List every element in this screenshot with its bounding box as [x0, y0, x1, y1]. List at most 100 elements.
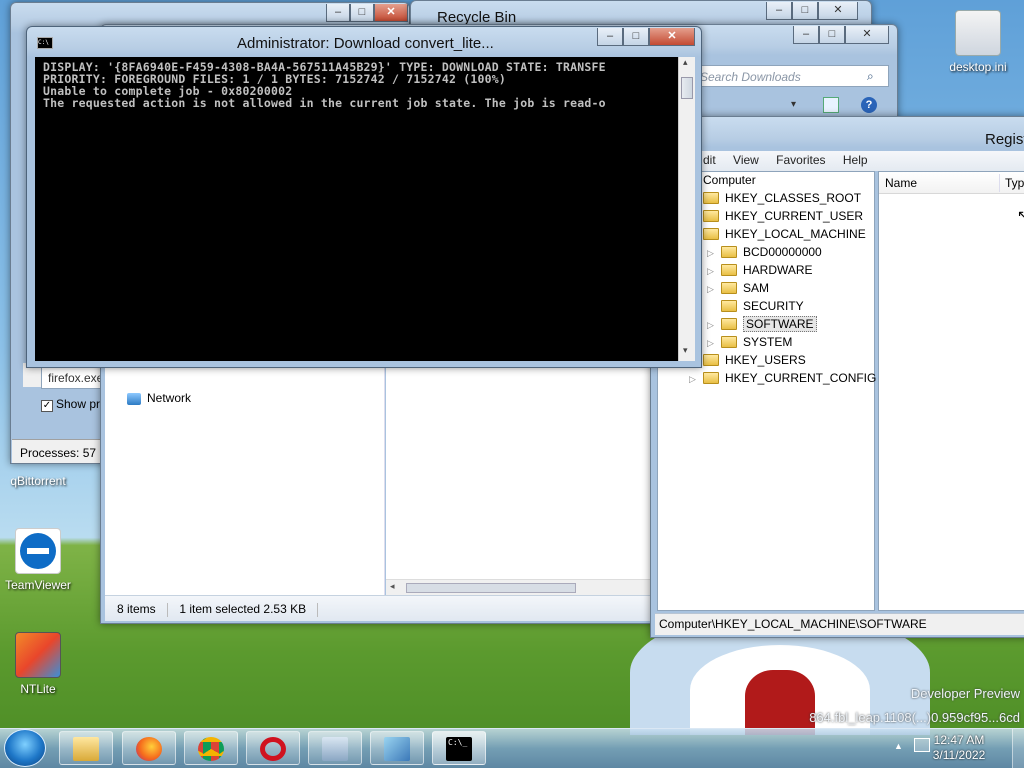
os-watermark-line1: Developer Preview: [910, 686, 1020, 701]
expand-arrow-icon[interactable]: ▷: [707, 262, 717, 280]
tree-label: HKEY_CLASSES_ROOT: [725, 191, 862, 205]
tree-node-computer[interactable]: Computer: [703, 171, 756, 189]
maximize-button[interactable]: □: [350, 4, 374, 22]
task-manager-icon: [322, 737, 348, 761]
start-button[interactable]: [4, 729, 46, 767]
close-button[interactable]: ✕: [374, 4, 408, 22]
menu-edit[interactable]: dit: [703, 153, 716, 167]
maximize-button[interactable]: □: [623, 28, 649, 46]
taskbar-opera[interactable]: [246, 731, 300, 765]
minimize-button[interactable]: –: [766, 2, 792, 20]
explorer-status-bar: 8 items 1 item selected 2.53 KB: [105, 595, 651, 621]
show-hidden-icons-arrow-icon[interactable]: ▲: [894, 741, 903, 751]
tree-label: BCD00000000: [743, 245, 822, 259]
vertical-scrollbar[interactable]: ▴ ▾: [678, 57, 695, 361]
column-header-name[interactable]: Name: [885, 176, 917, 190]
tree-label: HKEY_USERS: [725, 353, 806, 367]
nav-item-network[interactable]: Network: [127, 391, 191, 405]
desktop-icon-label: TeamViewer: [5, 578, 71, 592]
horizontal-scrollbar[interactable]: ◂: [386, 579, 651, 595]
folder-icon: [703, 227, 719, 240]
desktop-icon-ntlite[interactable]: NTLite: [0, 632, 76, 696]
search-icon[interactable]: ⌕: [867, 69, 874, 84]
mouse-cursor-icon: ↖: [1017, 207, 1024, 224]
menu-help[interactable]: Help: [843, 153, 868, 167]
taskbar-firefox[interactable]: [122, 731, 176, 765]
tree-node-hkcr[interactable]: HKEY_CLASSES_ROOT: [703, 189, 861, 207]
folder-icon: [721, 245, 737, 258]
system-clock[interactable]: 12:47 AM 3/11/2022: [924, 733, 994, 763]
desktop-icon-qbittorrent[interactable]: qBittorrent: [0, 474, 76, 488]
tree-label: SYSTEM: [743, 335, 793, 349]
help-icon[interactable]: ?: [861, 97, 877, 113]
tree-node-hkcc[interactable]: ▷ HKEY_CURRENT_CONFIG: [689, 369, 876, 387]
command-prompt-icon: C:\_: [446, 737, 472, 761]
close-button[interactable]: ✕: [845, 26, 889, 44]
taskbar-explorer[interactable]: [59, 731, 113, 765]
close-button[interactable]: ✕: [649, 28, 695, 46]
folder-icon: [721, 299, 737, 312]
close-button[interactable]: ✕: [818, 2, 858, 20]
tree-node-system[interactable]: ▷ SYSTEM: [707, 333, 792, 351]
search-input[interactable]: Search Downloads: [693, 65, 889, 87]
folder-icon: [721, 281, 737, 294]
folder-icon: [721, 335, 737, 348]
minimize-button[interactable]: –: [793, 26, 819, 44]
desktop-icon-desktop-ini[interactable]: desktop.ini: [940, 10, 1016, 74]
minimize-button[interactable]: –: [597, 28, 623, 46]
tree-label: SAM: [743, 281, 770, 295]
folder-icon: [703, 371, 719, 384]
show-all-processes-option[interactable]: ✓ Show pro: [41, 397, 107, 412]
clock-time: 12:47 AM: [933, 733, 985, 747]
chrome-icon: [198, 737, 224, 761]
taskbar-task-manager[interactable]: [308, 731, 362, 765]
tree-label-selected: SOFTWARE: [743, 316, 817, 332]
tree-node-hardware[interactable]: ▷ HARDWARE: [707, 261, 813, 279]
tree-node-bcd[interactable]: ▷ BCD00000000: [707, 243, 822, 261]
menu-favorites[interactable]: Favorites: [776, 153, 825, 167]
registry-editor-icon: [384, 737, 410, 761]
view-options-dropdown[interactable]: ▾: [791, 99, 796, 110]
tree-node-hku[interactable]: HKEY_USERS: [703, 351, 806, 369]
clock-date: 3/11/2022: [932, 748, 986, 762]
expand-arrow-icon[interactable]: ▷: [689, 370, 699, 388]
show-desktop-button[interactable]: [1012, 729, 1024, 768]
desktop-icon-teamviewer[interactable]: TeamViewer: [0, 528, 76, 592]
tree-node-security[interactable]: SECURITY: [707, 297, 804, 315]
opera-icon: [260, 737, 286, 761]
registry-values-pane[interactable]: [878, 171, 1024, 611]
expand-arrow-icon[interactable]: ▷: [707, 316, 717, 334]
nav-label: Network: [147, 391, 192, 405]
expand-arrow-icon[interactable]: ▷: [707, 334, 717, 352]
menu-view[interactable]: View: [733, 153, 759, 167]
ntlite-icon: [15, 632, 61, 678]
minimize-button[interactable]: –: [326, 4, 350, 22]
taskbar-command-prompt[interactable]: C:\_: [432, 731, 486, 765]
checkbox[interactable]: ✓: [41, 400, 53, 412]
maximize-button[interactable]: □: [819, 26, 845, 44]
column-header-type[interactable]: Typ: [1005, 176, 1024, 190]
console-window[interactable]: C:\ Administrator: Download convert_lite…: [26, 26, 702, 368]
taskbar-registry-editor[interactable]: [370, 731, 424, 765]
registry-editor-window[interactable]: Regist dit View Favorites Help Name Typ …: [650, 116, 1024, 638]
console-output[interactable]: DISPLAY: '{8FA6940E-F459-4308-BA4A-56751…: [35, 57, 695, 361]
preview-pane-icon[interactable]: [823, 97, 839, 113]
tree-node-software[interactable]: ▷ SOFTWARE: [707, 315, 817, 333]
expand-arrow-icon[interactable]: ▷: [707, 280, 717, 298]
folder-icon: [73, 737, 99, 761]
expand-arrow-icon[interactable]: ▷: [707, 244, 717, 262]
os-watermark-line2: 864.fbl_leap.1108(...)0.959cf95...6cd: [809, 710, 1020, 725]
settings-file-icon: [955, 10, 1001, 56]
maximize-button[interactable]: □: [792, 2, 818, 20]
taskbar-chrome[interactable]: [184, 731, 238, 765]
tree-label: HKEY_CURRENT_CONFIG: [725, 371, 877, 385]
tree-label: Computer: [703, 173, 756, 187]
desktop-icon-label: qBittorrent: [10, 474, 66, 488]
folder-icon: [703, 209, 719, 222]
tree-node-hklm[interactable]: HKEY_LOCAL_MACHINE: [703, 225, 866, 243]
console-icon: C:\: [37, 37, 53, 49]
tree-node-sam[interactable]: ▷ SAM: [707, 279, 769, 297]
tree-label: HKEY_LOCAL_MACHINE: [725, 227, 866, 241]
menu-bar: dit View Favorites Help: [651, 151, 1024, 171]
tree-node-hkcu[interactable]: HKEY_CURRENT_USER: [703, 207, 863, 225]
